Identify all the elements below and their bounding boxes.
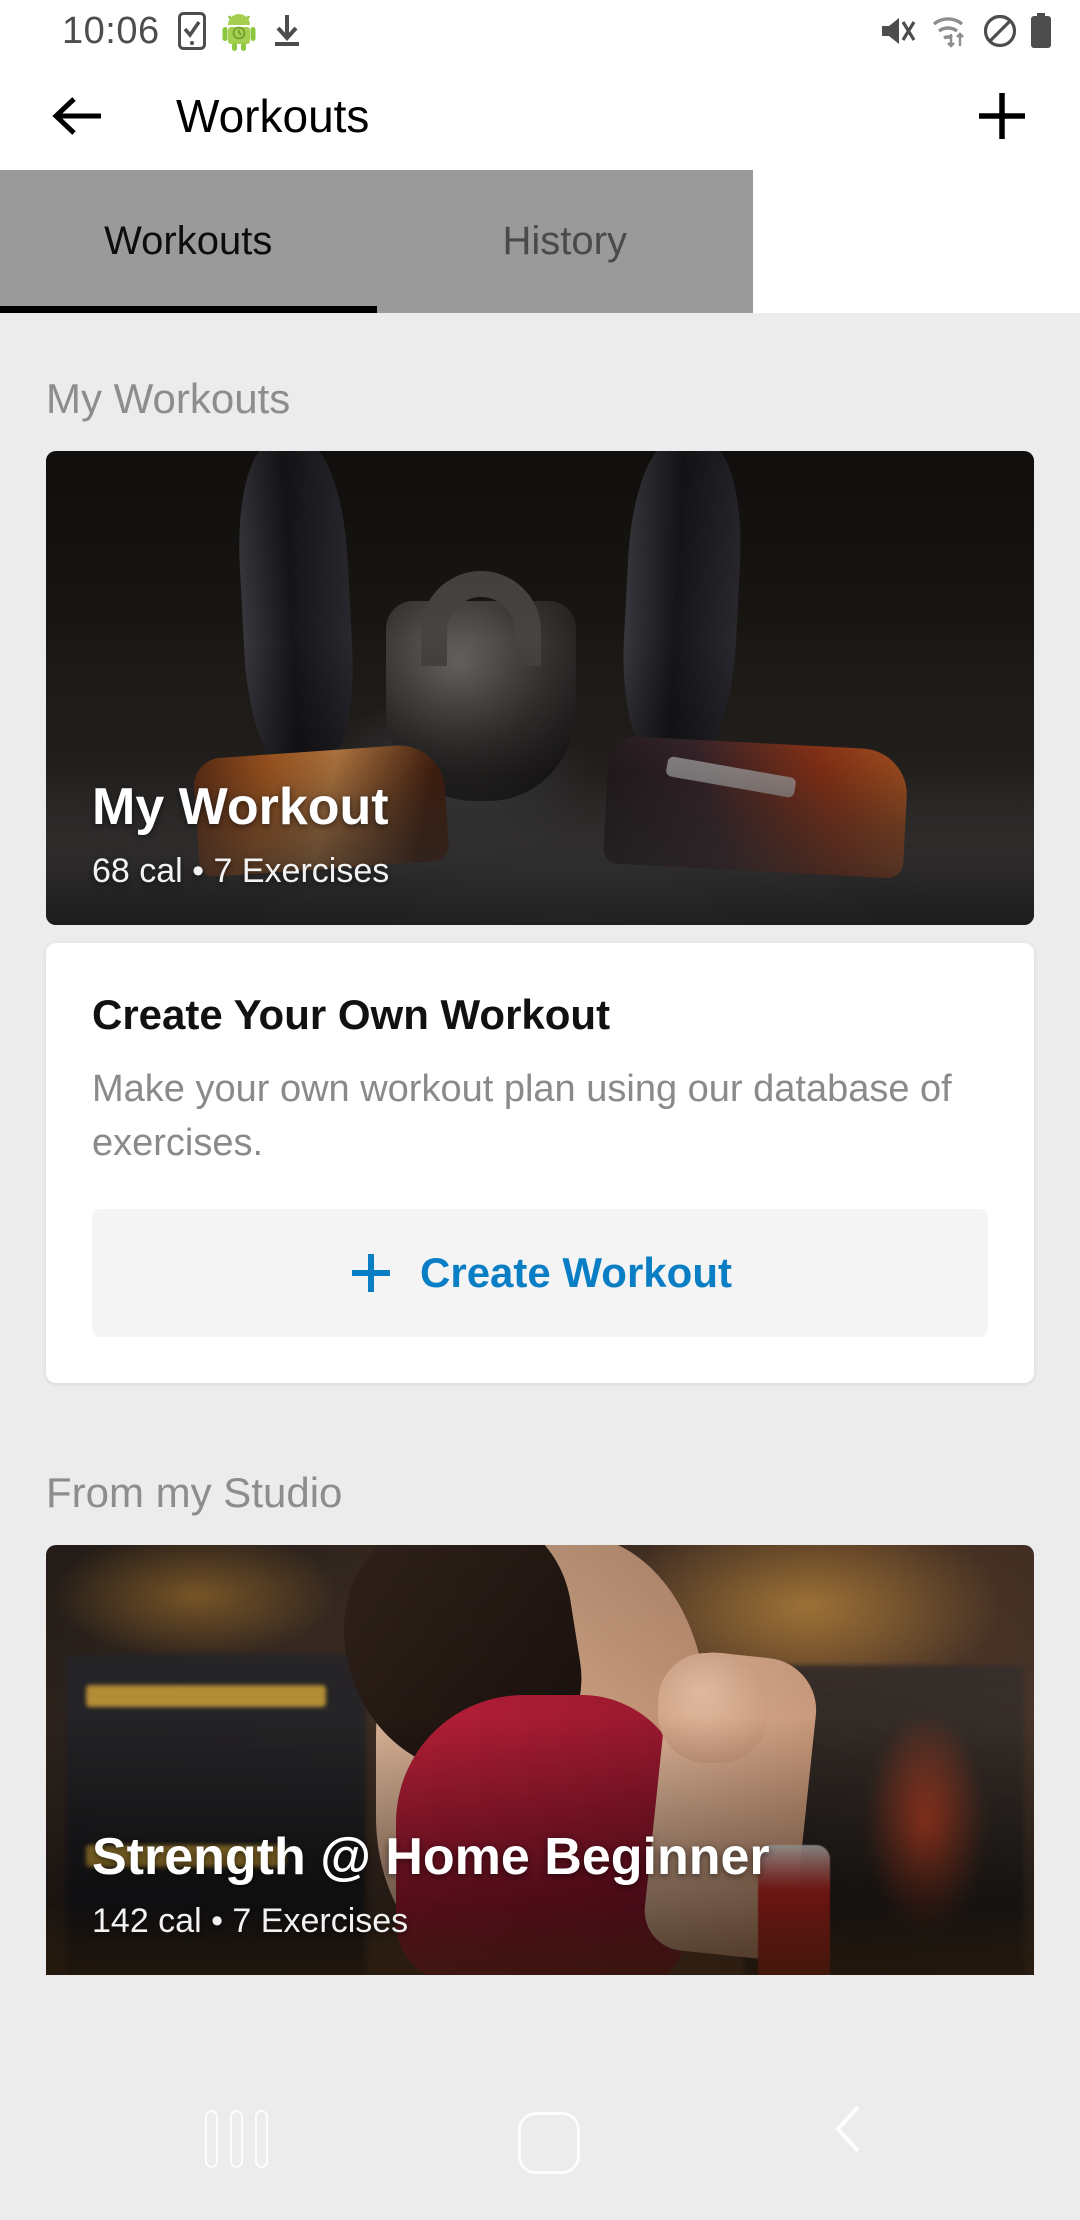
create-card-description: Make your own workout plan using our dat… <box>92 1068 952 1164</box>
workout-card-my-workout[interactable]: My Workout 68 cal • 7 Exercises <box>46 451 1034 925</box>
workout-card-text: My Workout 68 cal • 7 Exercises <box>92 777 994 891</box>
tab-bar-filler <box>753 170 1080 313</box>
add-workout-button[interactable] <box>966 80 1038 152</box>
status-left-icons <box>177 11 302 51</box>
status-bar: 10:06 <box>0 0 1080 62</box>
create-card-title: Create Your Own Workout <box>92 991 611 1038</box>
wifi-icon <box>932 17 964 48</box>
app-bar: Workouts <box>0 62 1080 170</box>
from-my-studio-section: Strength @ Home Beginner 142 cal • 7 Exe… <box>0 1544 1080 1975</box>
workout-card-text: Strength @ Home Beginner 142 cal • 7 Exe… <box>92 1827 994 1941</box>
create-workout-button[interactable]: Create Workout <box>92 1208 988 1337</box>
workout-card-title: Strength @ Home Beginner <box>92 1827 770 1886</box>
download-icon <box>274 15 299 46</box>
plus-icon <box>352 1253 391 1292</box>
back-arrow-icon <box>52 97 101 135</box>
workout-card-subtitle: 68 cal • 7 Exercises <box>92 852 390 890</box>
tab-history-label: History <box>502 219 627 263</box>
workout-card-strength-home-beginner[interactable]: Strength @ Home Beginner 142 cal • 7 Exe… <box>46 1544 1034 1975</box>
tab-history[interactable]: History <box>377 170 754 313</box>
page-title: Workouts <box>176 90 370 142</box>
create-workout-button-label: Create Workout <box>420 1248 732 1296</box>
phone-check-icon <box>177 12 206 50</box>
workouts-content: My Workouts My Workout 68 cal • 7 Exerci… <box>0 313 1080 2220</box>
status-right-icons <box>879 13 1052 49</box>
plus-icon <box>979 93 1025 139</box>
do-not-disturb-icon <box>983 14 1017 48</box>
back-button[interactable] <box>42 80 114 152</box>
workout-card-subtitle: 142 cal • 7 Exercises <box>92 1901 409 1940</box>
tab-bar: Workouts History <box>0 170 1080 313</box>
my-workouts-section: My Workout 68 cal • 7 Exercises Create Y… <box>0 451 1080 1383</box>
tab-workouts-label: Workouts <box>104 219 273 263</box>
create-workout-card: Create Your Own Workout Make your own wo… <box>46 943 1034 1383</box>
tab-workouts[interactable]: Workouts <box>0 170 377 313</box>
workout-card-title: My Workout <box>92 777 389 836</box>
battery-icon <box>1031 13 1051 48</box>
android-robot-icon <box>222 14 256 51</box>
mute-icon <box>882 18 916 44</box>
status-time: 10:06 <box>62 9 160 52</box>
section-heading-from-my-studio: From my Studio <box>46 1468 343 1516</box>
section-heading-my-workouts: My Workouts <box>46 375 291 422</box>
